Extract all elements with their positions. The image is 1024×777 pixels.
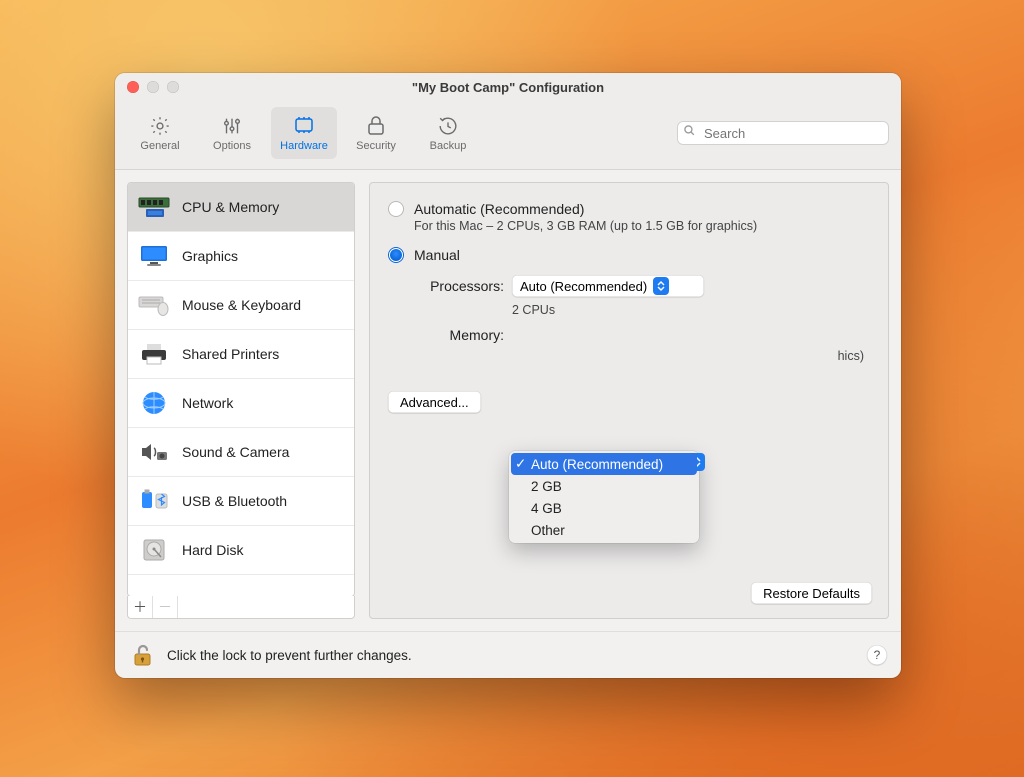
sliders-icon [220, 114, 244, 138]
tab-options[interactable]: Options [199, 107, 265, 159]
memory-label: Memory: [414, 327, 504, 343]
printer-icon [138, 340, 170, 368]
checkmark-icon: ✓ [515, 456, 526, 472]
radio-button[interactable] [388, 201, 404, 217]
sidebar: CPU & Memory Graphics Mouse & Keyboard [127, 182, 355, 619]
ram-icon [138, 193, 170, 221]
monitor-icon [138, 242, 170, 270]
sidebar-item-mouse-keyboard[interactable]: Mouse & Keyboard [128, 281, 354, 330]
manual-label: Manual [414, 247, 460, 263]
sidebar-item-label: Graphics [182, 248, 238, 264]
automatic-radio-row[interactable]: Automatic (Recommended) [388, 201, 870, 217]
processors-dropdown[interactable]: Auto (Recommended) [512, 275, 704, 297]
sidebar-item-label: Shared Printers [182, 346, 279, 362]
gear-icon [148, 114, 172, 138]
window-title: "My Boot Camp" Configuration [115, 80, 901, 95]
sidebar-footer: ＋ － [127, 596, 355, 619]
remove-button[interactable]: － [153, 596, 178, 618]
sidebar-item-label: Hard Disk [182, 542, 243, 558]
sidebar-item-label: Mouse & Keyboard [182, 297, 301, 313]
sidebar-item-cpu-memory[interactable]: CPU & Memory [128, 183, 354, 232]
lock-icon [364, 114, 388, 138]
automatic-label: Automatic (Recommended) [414, 201, 584, 217]
add-button[interactable]: ＋ [128, 596, 153, 618]
window-titlebar: "My Boot Camp" Configuration [115, 73, 901, 101]
hard-disk-icon [138, 536, 170, 564]
search-input[interactable] [702, 125, 883, 142]
unlock-icon[interactable] [129, 642, 155, 668]
sidebar-item-sound-camera[interactable]: Sound & Camera [128, 428, 354, 477]
preferences-window: "My Boot Camp" Configuration General Opt… [115, 73, 901, 678]
sidebar-item-label: CPU & Memory [182, 199, 279, 215]
chip-icon [292, 114, 316, 138]
sidebar-item-hard-disk[interactable]: Hard Disk [128, 526, 354, 575]
sidebar-item-label: Network [182, 395, 233, 411]
memory-menu-item[interactable]: 2 GB [509, 475, 699, 497]
processors-hint: 2 CPUs [512, 303, 870, 317]
memory-menu-item[interactable]: ✓ Auto (Recommended) [511, 453, 697, 475]
memory-dropdown-menu[interactable]: ✓ Auto (Recommended) 2 GB 4 GB Other [509, 451, 699, 543]
toolbar: General Options Hardware [115, 101, 901, 170]
manual-radio-row[interactable]: Manual [388, 247, 870, 263]
tab-backup[interactable]: Backup [415, 107, 481, 159]
automatic-subtext: For this Mac – 2 CPUs, 3 GB RAM (up to 1… [414, 219, 870, 233]
sidebar-item-label: USB & Bluetooth [182, 493, 287, 509]
help-button[interactable]: ? [867, 645, 887, 665]
time-machine-icon [436, 114, 460, 138]
memory-menu-item[interactable]: Other [509, 519, 699, 541]
usb-bluetooth-icon [138, 487, 170, 515]
radio-button[interactable] [388, 247, 404, 263]
processors-label: Processors: [414, 278, 504, 294]
globe-icon [138, 389, 170, 417]
processors-dropdown-value: Auto (Recommended) [520, 279, 647, 294]
search-field[interactable] [677, 121, 889, 145]
window-footer: Click the lock to prevent further change… [115, 631, 901, 678]
advanced-button[interactable]: Advanced... [388, 391, 481, 413]
sidebar-item-label: Sound & Camera [182, 444, 289, 460]
tab-hardware[interactable]: Hardware [271, 107, 337, 159]
search-icon [683, 124, 696, 142]
lock-hint-text: Click the lock to prevent further change… [167, 648, 855, 663]
settings-panel: Automatic (Recommended) For this Mac – 2… [369, 182, 889, 619]
sound-camera-icon [138, 438, 170, 466]
sidebar-item-usb-bluetooth[interactable]: USB & Bluetooth [128, 477, 354, 526]
sidebar-item-network[interactable]: Network [128, 379, 354, 428]
chevron-up-down-icon [653, 277, 669, 295]
memory-menu-item[interactable]: 4 GB [509, 497, 699, 519]
tab-security[interactable]: Security [343, 107, 409, 159]
sidebar-item-graphics[interactable]: Graphics [128, 232, 354, 281]
sidebar-item-shared-printers[interactable]: Shared Printers [128, 330, 354, 379]
memory-hint-partial: hics) [512, 349, 870, 363]
tab-general[interactable]: General [127, 107, 193, 159]
keyboard-mouse-icon [138, 291, 170, 319]
restore-defaults-button[interactable]: Restore Defaults [751, 582, 872, 604]
